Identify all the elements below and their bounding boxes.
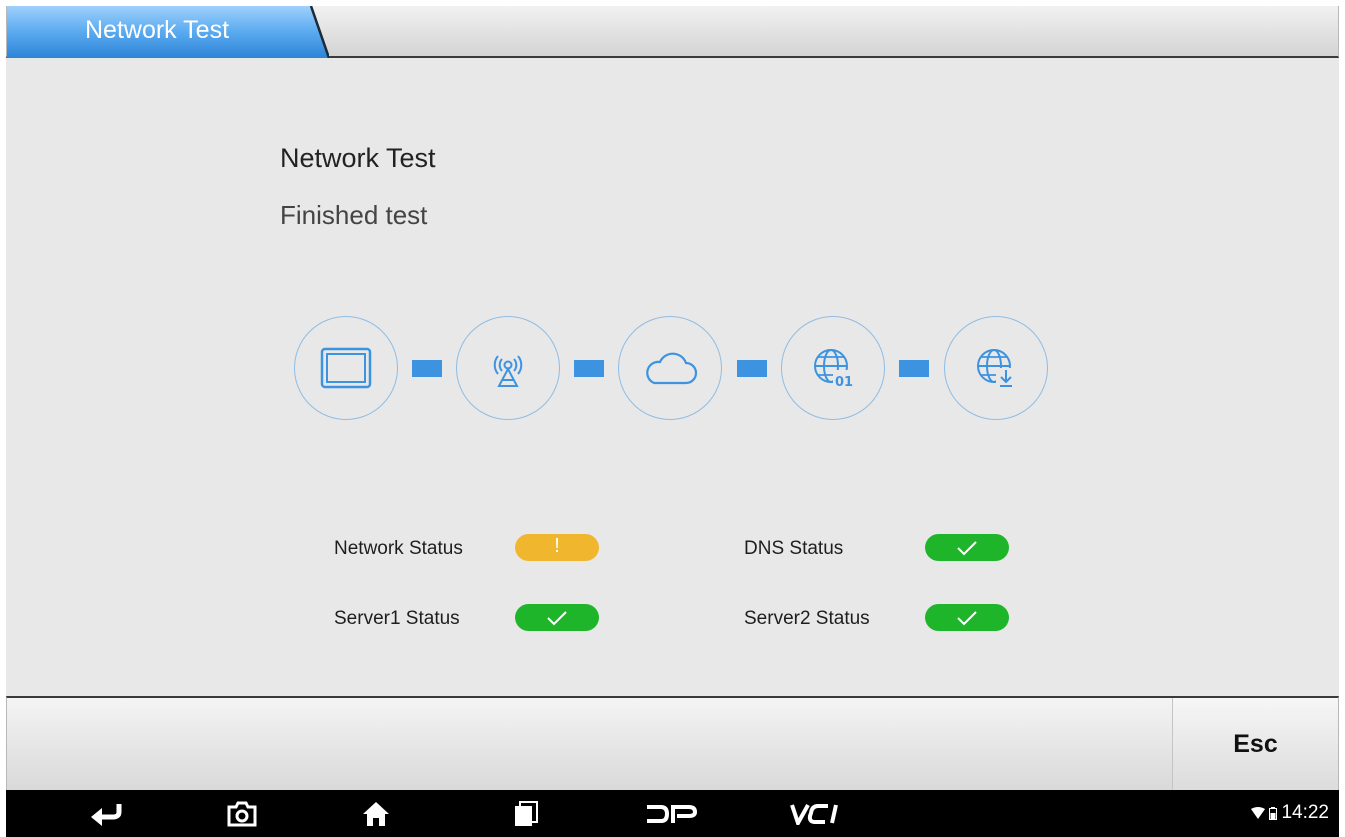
vci-icon — [790, 803, 838, 825]
server1-status-label: Server1 Status — [334, 608, 460, 629]
dp-button[interactable] — [636, 790, 706, 837]
chain-connector — [899, 360, 929, 377]
checkmark-icon — [957, 540, 977, 555]
server1-status-badge — [515, 604, 599, 631]
dns-status-label: DNS Status — [744, 538, 844, 559]
wifi-icon — [1251, 807, 1266, 819]
header-bar: Network Test — [6, 6, 1339, 58]
recent-apps-button[interactable] — [496, 790, 556, 837]
dp-icon — [647, 804, 697, 823]
camera-icon — [227, 801, 257, 826]
globe-data-icon: 01 — [814, 349, 853, 390]
tab-network-test[interactable]: Network Test — [7, 6, 329, 58]
server-node — [944, 316, 1048, 420]
status-tray: 14:22 — [1251, 802, 1329, 824]
checkmark-icon — [957, 610, 977, 625]
system-nav-bar: 14:22 — [6, 790, 1339, 837]
clock: 14:22 — [1281, 802, 1329, 823]
globe-download-icon — [977, 349, 1016, 388]
chain-connector — [737, 360, 767, 377]
cloud-icon — [646, 352, 698, 385]
dns-node: 01 — [781, 316, 885, 420]
recent-apps-icon — [515, 800, 538, 826]
chain-connector — [412, 360, 442, 377]
dns-status-badge — [925, 534, 1009, 561]
home-button[interactable] — [346, 790, 406, 837]
checkmark-icon — [547, 610, 567, 625]
internet-node — [618, 316, 722, 420]
back-button[interactable] — [76, 790, 136, 837]
tablet-icon — [320, 347, 372, 389]
esc-button[interactable]: Esc — [1172, 698, 1338, 790]
network-status-badge: ! — [515, 534, 599, 561]
main-content: Network Test Finished test 01 Network St… — [6, 58, 1339, 696]
test-result-text: Finished test — [280, 200, 428, 230]
svg-text:01: 01 — [835, 375, 853, 390]
server2-status-label: Server2 Status — [744, 608, 870, 629]
server2-status-badge — [925, 604, 1009, 631]
network-status-label: Network Status — [334, 538, 463, 559]
home-icon — [363, 801, 389, 826]
page-title: Network Test — [280, 143, 436, 173]
battery-icon — [1269, 806, 1278, 820]
back-icon — [91, 803, 122, 826]
tab-label: Network Test — [85, 16, 230, 44]
device-node — [294, 316, 398, 420]
screenshot-button[interactable] — [212, 790, 272, 837]
chain-connector — [574, 360, 604, 377]
app-window: Network Test Network Test Finished test — [6, 6, 1339, 837]
vci-button[interactable] — [776, 790, 856, 837]
warning-icon: ! — [554, 535, 560, 557]
footer-bar: Esc — [6, 696, 1339, 790]
router-node — [456, 316, 560, 420]
signal-tower-icon — [493, 355, 523, 387]
